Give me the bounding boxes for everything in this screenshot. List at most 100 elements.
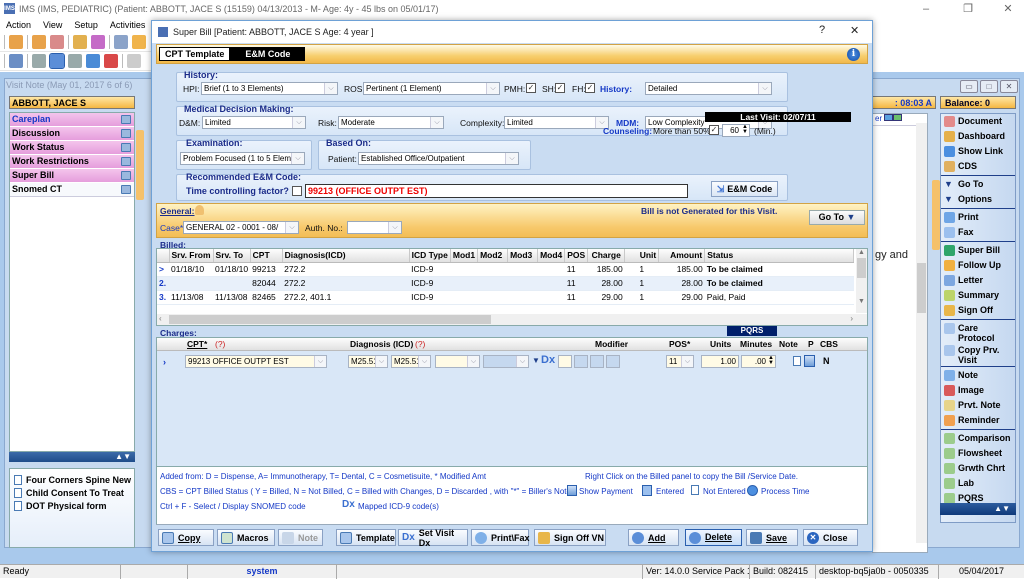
em-code-button[interactable]: ⇲ E&M Code [711,181,778,197]
cpt-select[interactable]: 99213 OFFICE OUTPT EST ⌵ [185,355,327,368]
right-nav-grwth-chrt[interactable]: Grwth Chrt [941,461,1015,476]
units-input[interactable]: 1.00 [701,355,739,368]
counseling-checkbox[interactable]: ✓ [709,125,719,135]
nav-item-discussion[interactable]: Discussion [10,127,134,141]
collapse-handle[interactable] [136,130,144,200]
sh-checkbox[interactable]: ✓ [555,83,565,93]
table-row[interactable]: 2. 82044 272.2 ICD-9 11 28.00 1 28.00 To… [157,276,854,291]
right-nav-summary[interactable]: Summary [941,288,1015,303]
dx-mapping-icon[interactable]: Dx [541,354,555,366]
col-mod1[interactable]: Mod1 [450,249,479,263]
save-button[interactable]: Save [746,529,798,546]
copy-button[interactable]: Copy [158,529,214,546]
lab-flask-icon[interactable] [132,35,146,49]
right-nav-cds[interactable]: CDS [941,159,1015,174]
pos-select[interactable]: 11 ⌵ [666,355,694,368]
right-nav-print[interactable]: Print [941,210,1015,225]
patient-icon[interactable] [9,35,23,49]
report-icon[interactable] [114,35,128,49]
col-mod3[interactable]: Mod3 [507,249,539,263]
right-nav-letter[interactable]: Letter [941,273,1015,288]
table-row[interactable]: 3. 11/13/08 11/13/08 82465 272.2, 401.1 … [157,290,854,305]
col-status[interactable]: Status [704,249,854,263]
restore-button[interactable]: ❐ [950,0,986,17]
vn-close-button[interactable]: ✕ [1000,80,1018,93]
modifier-2-input[interactable] [574,355,588,368]
remove-record-icon[interactable] [68,54,82,68]
auth-select[interactable]: ⌵ [347,221,402,234]
payment-icon[interactable] [804,355,815,367]
add-record-icon[interactable] [32,54,46,68]
col-amount[interactable]: Amount [658,249,706,263]
open-icon[interactable] [9,54,23,68]
billed-vertical-scrollbar[interactable]: ▲ ▼ [856,249,867,313]
right-nav-options[interactable]: ▼ Options [941,192,1015,207]
dm-select[interactable]: Limited ⌵ [202,116,306,129]
scroll-left-icon[interactable]: ‹ [159,314,162,323]
vn-restore-button[interactable]: □ [980,80,998,93]
scroll-up-icon[interactable]: ▲ [856,249,867,256]
note-button[interactable]: Note [278,529,323,546]
folder-icon[interactable] [73,35,87,49]
counseling-minutes-spinner[interactable]: 60 ▲ ▼ [722,124,750,137]
hpi-select[interactable]: Brief (1 to 3 Elements) ⌵ [201,82,338,95]
diagnosis-2-select[interactable]: M25.512 ⌵ [391,355,431,368]
nav-scroll-arrows[interactable]: ▲▼ [9,452,135,462]
menu-activities[interactable]: Activities [110,20,146,30]
modifier-1-input[interactable] [558,355,572,368]
tab-cpt-template[interactable]: CPT Template [159,47,231,61]
triangle-down-icon[interactable]: ▼ [532,356,540,365]
right-nav-fax[interactable]: Fax [941,225,1015,240]
right-nav-note[interactable]: Note [941,368,1015,383]
scroll-down-icon[interactable]: ▼ [856,298,867,305]
billed-horizontal-scrollbar[interactable]: ‹ › [157,314,867,325]
tab-em-code[interactable]: E&M Code [230,47,306,61]
form-item[interactable]: Child Consent To Treat [10,486,134,499]
modifier-3-input[interactable] [590,355,604,368]
text-scrollbar[interactable] [916,123,927,543]
right-nav-image[interactable]: Image [941,383,1015,398]
col-srv-to[interactable]: Srv. To [213,249,251,263]
diagnosis-4-select[interactable]: ⌵ [483,355,529,368]
pqrs-badge[interactable]: PQRS [727,326,777,336]
sync-icon[interactable] [86,54,100,68]
heart-icon[interactable] [104,54,118,68]
scroll-thumb[interactable] [169,315,491,324]
col-mod2[interactable]: Mod2 [477,249,509,263]
diagnosis-1-select[interactable]: M25.511 ⌵ [348,355,388,368]
nav-item-snomed-ct[interactable]: Snomed CT [10,183,134,197]
help-button[interactable]: ? [819,24,825,36]
nav-item-careplan[interactable]: Careplan [10,113,134,127]
col-pos[interactable]: POS [564,249,589,263]
delete-button[interactable]: Delete [685,529,742,546]
risk-select[interactable]: Moderate ⌵ [338,116,444,129]
scroll-right-icon[interactable]: › [850,314,853,323]
pmh-checkbox[interactable]: ✓ [526,83,536,93]
right-nav-lab[interactable]: Lab [941,476,1015,491]
go-to-button[interactable]: Go To ▼ [809,210,865,225]
minutes-spinner[interactable]: .00 ▲ ▼ [741,355,776,368]
col-icd-type[interactable]: ICD Type [409,249,451,263]
form-item[interactable]: Four Corners Spine New [10,473,134,486]
right-nav-prvt-note[interactable]: Prvt. Note [941,398,1015,413]
spinner-arrows-icon[interactable]: ▲ ▼ [768,356,774,366]
col-mod4[interactable]: Mod4 [537,249,566,263]
dialog-close-button[interactable]: ✕ [850,24,859,37]
nurse-icon[interactable] [50,35,64,49]
spinner-arrows-icon[interactable]: ▲ ▼ [742,125,748,135]
right-nav-go-to[interactable]: ▼ Go To [941,177,1015,192]
right-nav-document[interactable]: Document [941,114,1015,129]
scroll-thumb[interactable] [917,263,926,313]
right-nav-scroll-arrows[interactable]: ▲▼ [940,503,1016,515]
menu-setup[interactable]: Setup [74,20,98,30]
table-row[interactable]: > 01/18/10 01/18/10 99213 272.2 ICD-9 11… [157,262,854,277]
right-nav-copy-prv-visit[interactable]: Copy Prv. Visit [941,343,1015,365]
complexity-select[interactable]: Limited ⌵ [504,116,609,129]
col-diagnosis[interactable]: Diagnosis(ICD) [282,249,410,263]
right-nav-sign-off[interactable]: Sign Off [941,303,1015,318]
right-collapse-handle[interactable] [932,180,940,250]
ros-select[interactable]: Pertinent (1 Element) ⌵ [363,82,500,95]
col-srv-from[interactable]: Srv. From [169,249,214,263]
add-button[interactable]: Add [628,529,679,546]
note-document-icon[interactable] [793,356,801,366]
